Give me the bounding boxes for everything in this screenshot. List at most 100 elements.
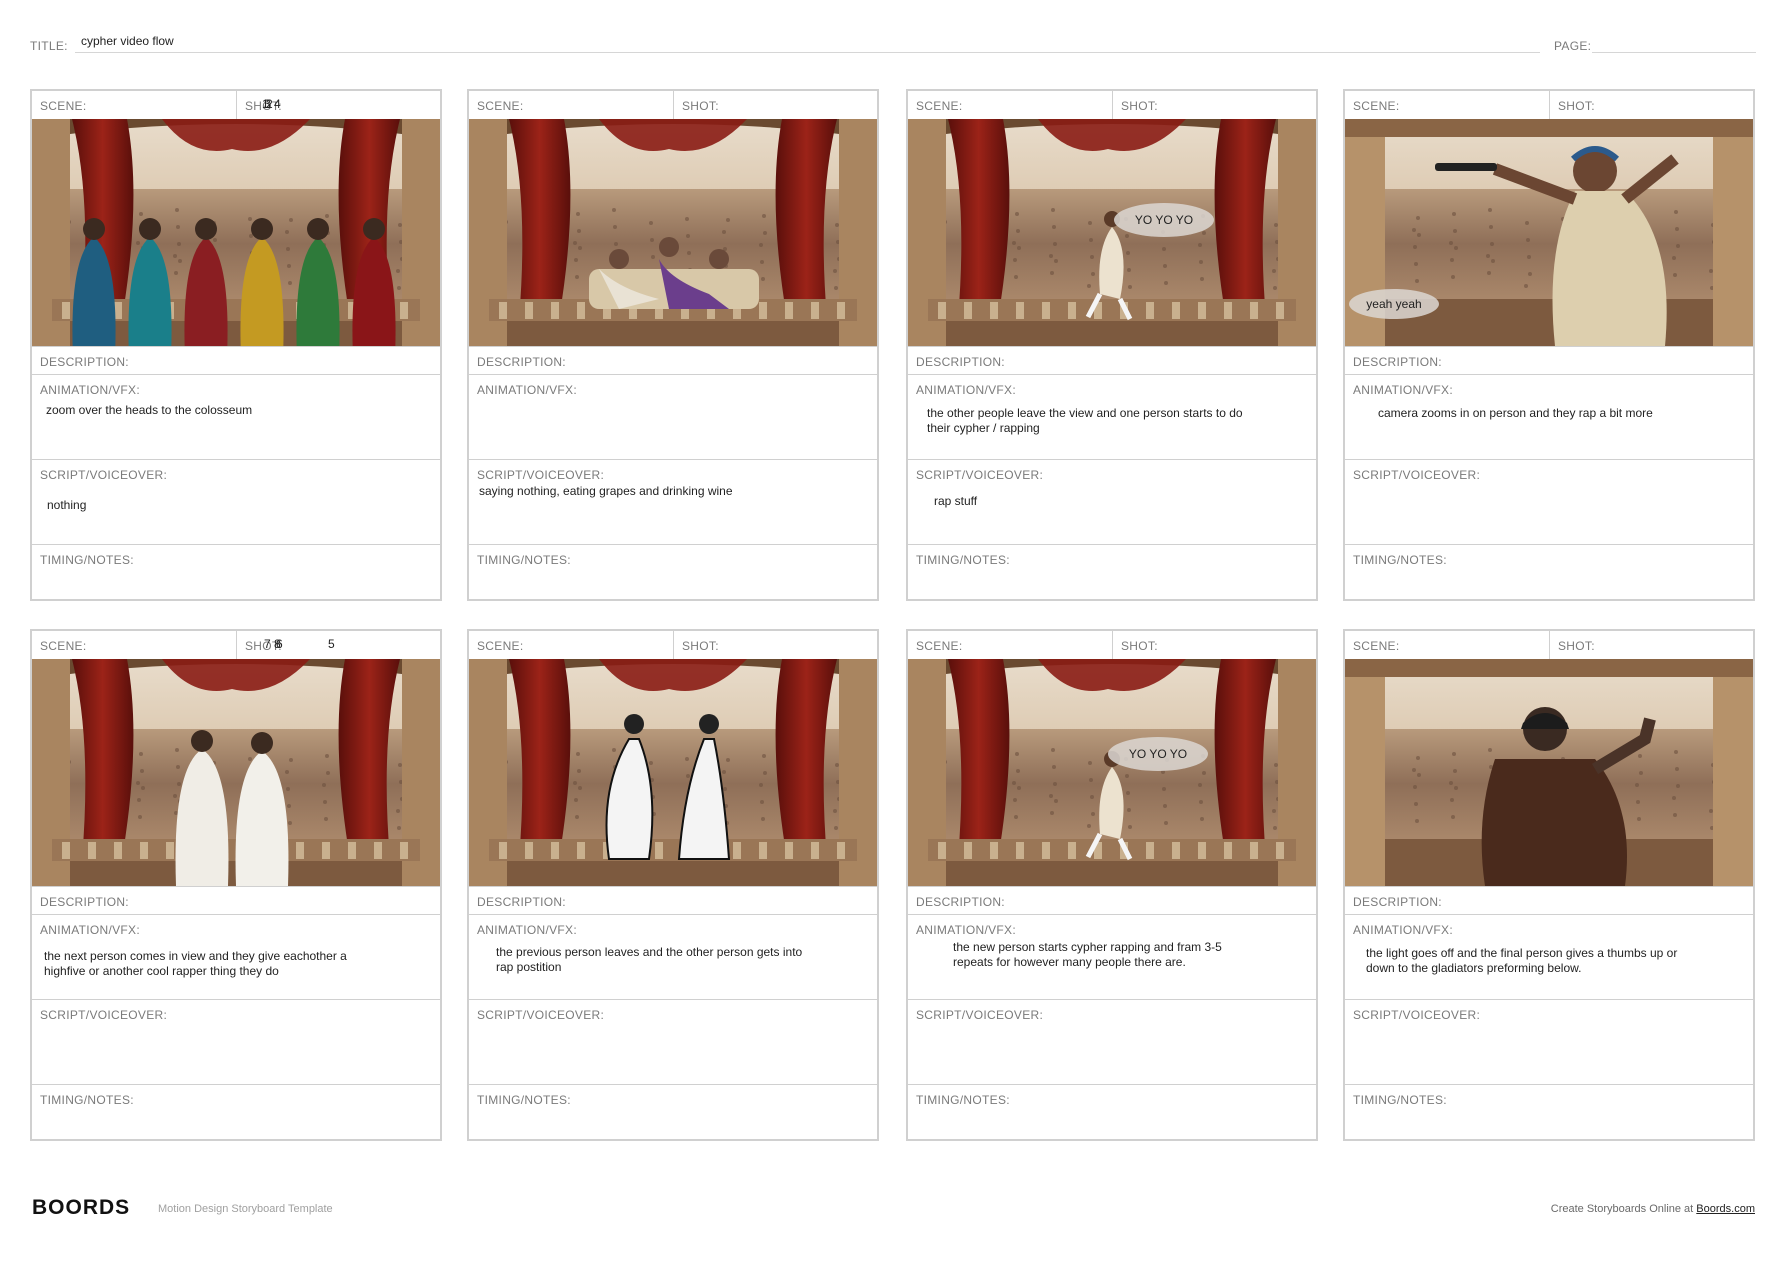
script-section[interactable]: SCRIPT/VOICEOVER: (1345, 459, 1753, 544)
panel-header: SCENE: SHOT: 6 (276, 631, 877, 660)
animation-section[interactable]: ANIMATION/VFX: the other people leave th… (908, 374, 1316, 459)
timing-label: TIMING/NOTES: (1353, 1093, 1447, 1107)
animation-text: camera zooms in on person and they rap a… (1378, 406, 1653, 420)
timing-section[interactable]: TIMING/NOTES: (469, 1084, 877, 1139)
script-label: SCRIPT/VOICEOVER: (477, 468, 605, 482)
shot-label: SHOT: (1121, 99, 1158, 113)
panel-header: SCENE: SHOT: 8 (274, 631, 1753, 660)
description-label: DESCRIPTION: (1353, 895, 1442, 909)
shot-image[interactable] (32, 119, 440, 346)
storyboard-panel[interactable]: SCENE: SHOT: 7 DESCRIPTION: ANIMATION/VF… (264, 629, 1318, 1141)
shot-label: SHOT: (682, 639, 719, 653)
description-label: DESCRIPTION: (477, 355, 566, 369)
description-section[interactable]: DESCRIPTION: (32, 886, 440, 914)
timing-section[interactable]: TIMING/NOTES: (1345, 544, 1753, 599)
script-section[interactable]: SCRIPT/VOICEOVER: (908, 999, 1316, 1084)
timing-label: TIMING/NOTES: (40, 553, 134, 567)
script-label: SCRIPT/VOICEOVER: (1353, 1008, 1481, 1022)
animation-section[interactable]: ANIMATION/VFX: the next person comes in … (32, 914, 440, 999)
timing-label: TIMING/NOTES: (916, 1093, 1010, 1107)
description-section[interactable]: DESCRIPTION: (469, 886, 877, 914)
script-text: rap stuff (934, 494, 978, 508)
timing-section[interactable]: TIMING/NOTES: (1345, 1084, 1753, 1139)
shot-image[interactable] (469, 659, 877, 886)
storyboard-panel[interactable]: SCENE: SHOT: 8 DESCRIPTION: ANIMATION/VF… (274, 629, 1755, 1141)
animation-section[interactable]: ANIMATION/VFX: zoom over the heads to th… (32, 374, 440, 459)
animation-text: the new person starts cypher rapping and… (953, 940, 1222, 969)
animation-section[interactable]: ANIMATION/VFX: (469, 374, 877, 459)
script-label: SCRIPT/VOICEOVER: (1353, 468, 1481, 482)
description-label: DESCRIPTION: (40, 895, 129, 909)
description-section[interactable]: DESCRIPTION: (32, 346, 440, 374)
header-divider (1112, 631, 1113, 659)
shot-image[interactable] (1345, 659, 1753, 886)
animation-section[interactable]: ANIMATION/VFX: the previous person leave… (469, 914, 877, 999)
description-section[interactable]: DESCRIPTION: (1345, 346, 1753, 374)
animation-section[interactable]: ANIMATION/VFX: camera zooms in on person… (1345, 374, 1753, 459)
shot-number[interactable]: 7 (264, 637, 271, 651)
description-section[interactable]: DESCRIPTION: (908, 886, 1316, 914)
shot-label: SHOT: (682, 99, 719, 113)
timing-section[interactable]: TIMING/NOTES: (908, 544, 1316, 599)
storyboard-panel[interactable]: SCENE: SHOT: 6 DESCRIPTION: ANIMATION/VF… (276, 629, 879, 1141)
shot-number[interactable]: 5 (328, 637, 335, 651)
script-label: SCRIPT/VOICEOVER: (916, 1008, 1044, 1022)
panel-header: SCENE: SHOT: 7 (264, 631, 1316, 660)
timing-label: TIMING/NOTES: (1353, 553, 1447, 567)
script-section[interactable]: SCRIPT/VOICEOVER: nothing (32, 459, 440, 544)
footer-credit: Create Storyboards Online at Boords.com (1551, 1203, 1755, 1215)
script-label: SCRIPT/VOICEOVER: (477, 1008, 605, 1022)
header-divider (1549, 631, 1550, 659)
script-section[interactable]: SCRIPT/VOICEOVER: saying nothing, eating… (469, 459, 877, 544)
animation-label: ANIMATION/VFX: (916, 383, 1016, 397)
shot-image[interactable] (908, 119, 1316, 346)
shot-label: SHOT: (1121, 639, 1158, 653)
scene-label: SCENE: (916, 639, 963, 653)
timing-label: TIMING/NOTES: (477, 1093, 571, 1107)
shot-number[interactable]: 8 (274, 637, 281, 651)
script-section[interactable]: SCRIPT/VOICEOVER: (1345, 999, 1753, 1084)
shot-number[interactable]: 4 (274, 97, 281, 111)
description-label: DESCRIPTION: (916, 355, 1005, 369)
animation-section[interactable]: ANIMATION/VFX: the new person starts cyp… (908, 914, 1316, 999)
animation-section[interactable]: ANIMATION/VFX: the light goes off and th… (1345, 914, 1753, 999)
timing-section[interactable]: TIMING/NOTES: (469, 544, 877, 599)
storyboard-panel[interactable]: SCENE: SHOT: 5 DESCRIPTION: ANIMATION/VF… (30, 629, 442, 1141)
scene-label: SCENE: (477, 639, 524, 653)
timing-section[interactable]: TIMING/NOTES: (32, 544, 440, 599)
animation-label: ANIMATION/VFX: (477, 923, 577, 937)
scene-label: SCENE: (916, 99, 963, 113)
storyboard-panel[interactable]: SCENE: SHOT: 2 DESCRIPTION: ANIMATION/VF… (266, 89, 879, 601)
script-section[interactable]: SCRIPT/VOICEOVER: (469, 999, 877, 1084)
timing-section[interactable]: TIMING/NOTES: (32, 1084, 440, 1139)
shot-image[interactable] (469, 119, 877, 346)
timing-section[interactable]: TIMING/NOTES: (908, 1084, 1316, 1139)
shot-image[interactable] (32, 659, 440, 886)
scene-label: SCENE: (477, 99, 524, 113)
script-label: SCRIPT/VOICEOVER: (916, 468, 1044, 482)
footer-credit-text: Create Storyboards Online at (1550, 1203, 1697, 1215)
title-field[interactable]: cypher video flow (81, 34, 174, 48)
shot-number[interactable]: 3 (264, 97, 271, 111)
panel-header: SCENE: SHOT: 3 (264, 91, 1316, 120)
storyboard-panel[interactable]: SCENE: SHOT: 4 DESCRIPTION: ANIMATION/VF… (274, 89, 1755, 601)
script-section[interactable]: SCRIPT/VOICEOVER: rap stuff (908, 459, 1316, 544)
description-section[interactable]: DESCRIPTION: (469, 346, 877, 374)
scene-label: SCENE: (40, 639, 87, 653)
boords-logo[interactable]: BOORDS (32, 1196, 130, 1220)
script-label: SCRIPT/VOICEOVER: (40, 468, 168, 482)
scene-label: SCENE: (40, 99, 87, 113)
header-divider (673, 631, 674, 659)
description-section[interactable]: DESCRIPTION: (908, 346, 1316, 374)
script-section[interactable]: SCRIPT/VOICEOVER: (32, 999, 440, 1084)
animation-text: the other people leave the view and one … (927, 406, 1243, 435)
boords-link[interactable]: Boords.com (1696, 1203, 1755, 1215)
storyboard-panel[interactable]: SCENE: SHOT: 1 DESCRIPTION: ANIMATION/VF… (30, 89, 442, 601)
description-label: DESCRIPTION: (477, 895, 566, 909)
panel-header: SCENE: SHOT: 5 (32, 631, 440, 660)
animation-label: ANIMATION/VFX: (40, 383, 140, 397)
description-section[interactable]: DESCRIPTION: (1345, 886, 1753, 914)
storyboard-panel[interactable]: SCENE: SHOT: 3 DESCRIPTION: ANIMATION/VF… (264, 89, 1318, 601)
animation-label: ANIMATION/VFX: (916, 923, 1016, 937)
shot-image[interactable] (908, 659, 1316, 886)
